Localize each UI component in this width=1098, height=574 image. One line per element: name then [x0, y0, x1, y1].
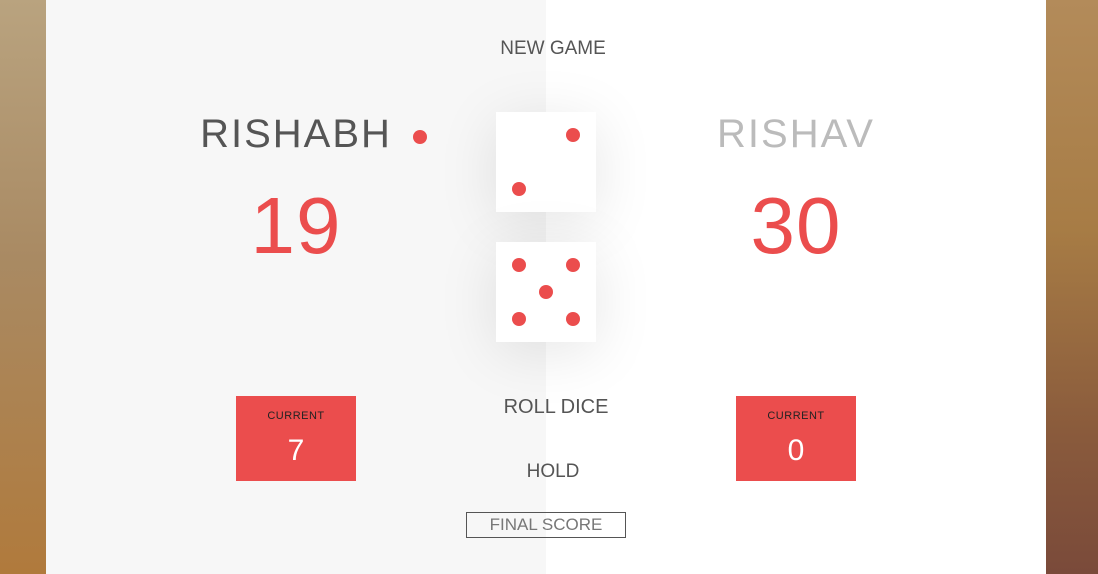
player-2-current-label: CURRENT: [767, 410, 825, 422]
player-1-current-score: 7: [287, 434, 305, 467]
hold-button[interactable]: HOLD: [453, 461, 653, 483]
player-2-name: RISHAV: [717, 112, 875, 156]
dice-pip: [512, 182, 526, 196]
player-1-score: 19: [250, 181, 342, 270]
dice-2: [496, 242, 596, 342]
dice-pip: [512, 312, 526, 326]
player-panel-1: RISHABH 19 CURRENT 7: [46, 0, 546, 574]
player-2-current-box: CURRENT 0: [736, 396, 856, 481]
roll-dice-button[interactable]: ROLL DICE: [456, 396, 656, 419]
player-1-current-label: CURRENT: [267, 410, 325, 422]
new-game-button[interactable]: NEW GAME: [453, 38, 653, 60]
player-2-current-score: 0: [787, 434, 805, 467]
player-1-name: RISHABH: [200, 112, 392, 156]
background-left: [0, 0, 46, 574]
final-score-input[interactable]: [466, 512, 626, 538]
dice-pip: [566, 312, 580, 326]
player-panel-2: RISHAV 30 CURRENT 0: [546, 0, 1046, 574]
active-player-indicator: [413, 130, 427, 144]
dice-pip: [539, 285, 553, 299]
player-2-score: 30: [750, 181, 842, 270]
dice-pip: [512, 258, 526, 272]
background-right: [1046, 0, 1098, 574]
dice-pip: [566, 258, 580, 272]
player-1-current-box: CURRENT 7: [236, 396, 356, 481]
game-wrapper: RISHABH 19 CURRENT 7 RISHAV 30 CURRENT 0…: [46, 0, 1046, 574]
dice-pip: [566, 128, 580, 142]
dice-1: [496, 112, 596, 212]
